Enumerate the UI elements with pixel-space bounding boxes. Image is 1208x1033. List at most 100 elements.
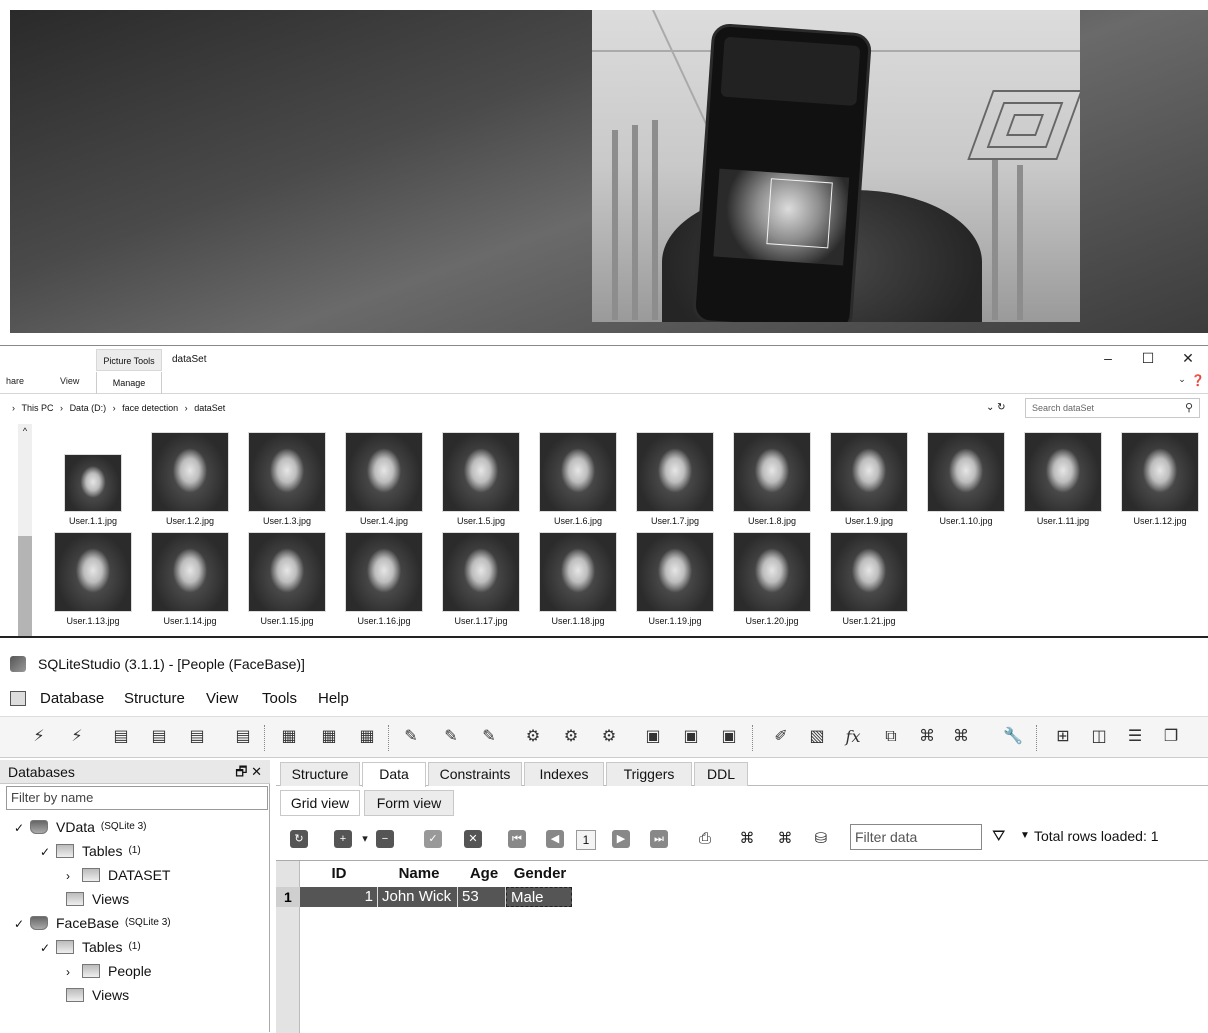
file-thumbnail[interactable]: User.1.7.jpg	[630, 432, 720, 526]
chevron-right-icon[interactable]: ›	[66, 961, 82, 983]
chevron-down-icon[interactable]: ✓	[40, 841, 56, 863]
commit-icon[interactable]: ✓	[424, 830, 442, 848]
picture-tools-context-tab[interactable]: Picture Tools	[96, 349, 162, 371]
file-thumbnail[interactable]: User.1.21.jpg	[824, 532, 914, 626]
tab-share[interactable]: hare	[6, 376, 24, 386]
tab-view[interactable]: View	[60, 376, 79, 386]
tab-grid-view[interactable]: Grid view	[280, 790, 360, 816]
menu-tools[interactable]: Tools	[262, 686, 297, 712]
page-number-input[interactable]: 1	[576, 830, 596, 850]
insert-row-dropdown-icon[interactable]: ▾	[356, 830, 374, 848]
column-header-gender[interactable]: Gender	[510, 863, 570, 885]
minimize-icon[interactable]: –	[1098, 350, 1118, 366]
filter-funnel-icon[interactable]: ⛛	[992, 828, 1005, 846]
populate-table-icon[interactable]: ⛁	[812, 830, 830, 848]
file-thumbnail[interactable]: User.1.9.jpg	[824, 432, 914, 526]
file-thumbnail[interactable]: User.1.3.jpg	[242, 432, 332, 526]
file-thumbnail[interactable]: User.1.2.jpg	[145, 432, 235, 526]
print-icon[interactable]: ⎙	[696, 830, 714, 848]
edit-table-icon[interactable]: ▦	[318, 726, 340, 748]
edit-index-icon[interactable]: ✎	[440, 726, 462, 748]
next-page-icon[interactable]: ▶	[612, 830, 630, 848]
refresh-data-icon[interactable]: ↻	[290, 830, 308, 848]
breadcrumb-this-pc[interactable]: This PC	[22, 403, 54, 413]
create-view-icon[interactable]: ▣	[642, 726, 664, 748]
delete-trigger-icon[interactable]: ⚙	[598, 726, 620, 748]
file-thumbnail[interactable]: User.1.12.jpg	[1115, 432, 1205, 526]
tile-vertical-icon[interactable]: ◫	[1088, 726, 1110, 748]
export-data-icon[interactable]: ⌘	[776, 830, 794, 848]
file-thumbnail[interactable]: User.1.16.jpg	[339, 532, 429, 626]
filter-by-name-input[interactable]: Filter by name	[6, 786, 268, 810]
menu-database[interactable]: Database	[40, 686, 104, 712]
address-bar[interactable]: › This PC › Data (D:) › face detection ›…	[0, 398, 1020, 418]
file-thumbnail[interactable]: User.1.6.jpg	[533, 432, 623, 526]
create-table-icon[interactable]: ▦	[278, 726, 300, 748]
row-number[interactable]: 1	[276, 887, 300, 907]
file-thumbnail[interactable]: User.1.18.jpg	[533, 532, 623, 626]
edit-trigger-icon[interactable]: ⚙	[560, 726, 582, 748]
scrollbar-thumb[interactable]	[18, 536, 32, 636]
scroll-up-icon[interactable]: ^	[18, 424, 32, 438]
settings-wrench-icon[interactable]: 🔧	[1002, 726, 1024, 748]
file-thumbnail[interactable]: User.1.11.jpg	[1018, 432, 1108, 526]
import-icon[interactable]: ⌘	[916, 726, 938, 748]
close-icon[interactable]: ✕	[1178, 350, 1198, 367]
breadcrumb-face-detection[interactable]: face detection	[122, 403, 178, 413]
tile-horizontal-icon[interactable]: ☰	[1124, 726, 1146, 748]
rollback-icon[interactable]: ✕	[464, 830, 482, 848]
create-trigger-icon[interactable]: ⚙	[522, 726, 544, 748]
delete-index-icon[interactable]: ✎	[478, 726, 500, 748]
last-page-icon[interactable]: ⏭	[650, 830, 668, 848]
delete-row-icon[interactable]: −	[376, 830, 394, 848]
column-header-name[interactable]: Name	[380, 863, 458, 885]
file-thumbnail[interactable]: User.1.13.jpg	[48, 532, 138, 626]
delete-view-icon[interactable]: ▣	[718, 726, 740, 748]
create-index-icon[interactable]: ✎	[400, 726, 422, 748]
column-header-id[interactable]: ID	[316, 863, 362, 885]
column-header-age[interactable]: Age	[462, 863, 506, 885]
tab-constraints[interactable]: Constraints	[428, 762, 522, 786]
remove-database-icon[interactable]: ▤	[186, 726, 208, 748]
breadcrumb-data-drive[interactable]: Data (D:)	[70, 403, 107, 413]
window-menu-icon[interactable]	[10, 691, 26, 706]
delete-table-icon[interactable]: ▦	[356, 726, 378, 748]
cell-id[interactable]: 1	[300, 887, 378, 907]
ddl-history-icon[interactable]: ▧	[806, 726, 828, 748]
filter-data-input[interactable]: Filter data	[850, 824, 982, 850]
refresh-icon[interactable]: ⌄ ↻	[986, 398, 1006, 418]
help-icon[interactable]: ❓	[1188, 374, 1208, 387]
cell-age[interactable]: 53	[458, 887, 506, 907]
tab-data[interactable]: Data	[362, 762, 426, 787]
table-row[interactable]: 1 1 John Wick 53 Male	[276, 887, 572, 907]
tree-tables-vdata[interactable]: ✓ Tables (1)	[40, 840, 141, 862]
file-thumbnail[interactable]: User.1.1.jpg	[48, 432, 138, 526]
file-thumbnail[interactable]: User.1.19.jpg	[630, 532, 720, 626]
cell-gender[interactable]: Male	[506, 887, 572, 907]
edit-view-icon[interactable]: ▣	[680, 726, 702, 748]
maximize-icon[interactable]: ☐	[1138, 350, 1158, 367]
menu-structure[interactable]: Structure	[124, 686, 185, 712]
file-thumbnail[interactable]: User.1.20.jpg	[727, 532, 817, 626]
chevron-down-icon[interactable]: ✓	[40, 937, 56, 959]
tree-views-vdata[interactable]: Views	[66, 888, 129, 910]
add-database-icon[interactable]: ▤	[110, 726, 132, 748]
tab-manage[interactable]: Manage	[96, 372, 162, 394]
tree-table-people[interactable]: › People	[66, 960, 152, 982]
file-thumbnail[interactable]: User.1.15.jpg	[242, 532, 332, 626]
cascade-windows-icon[interactable]: ❐	[1160, 726, 1182, 748]
sql-editor-icon[interactable]: ✐	[770, 726, 792, 748]
menu-help[interactable]: Help	[318, 686, 349, 712]
file-thumbnail[interactable]: User.1.17.jpg	[436, 532, 526, 626]
file-thumbnail[interactable]: User.1.10.jpg	[921, 432, 1011, 526]
file-thumbnail[interactable]: User.1.8.jpg	[727, 432, 817, 526]
first-page-icon[interactable]: ⏮	[508, 830, 526, 848]
breadcrumb-dataset[interactable]: dataSet	[194, 403, 225, 413]
tree-views-facebase[interactable]: Views	[66, 984, 129, 1006]
edit-database-icon[interactable]: ▤	[148, 726, 170, 748]
functions-icon[interactable]: fx	[842, 726, 864, 748]
tree-db-facebase[interactable]: ✓ FaceBase (SQLite 3)	[14, 912, 171, 934]
tab-ddl[interactable]: DDL	[694, 762, 748, 786]
panel-float-close-icon[interactable]: 🗗 ✕	[235, 760, 262, 784]
tab-triggers[interactable]: Triggers	[606, 762, 692, 786]
